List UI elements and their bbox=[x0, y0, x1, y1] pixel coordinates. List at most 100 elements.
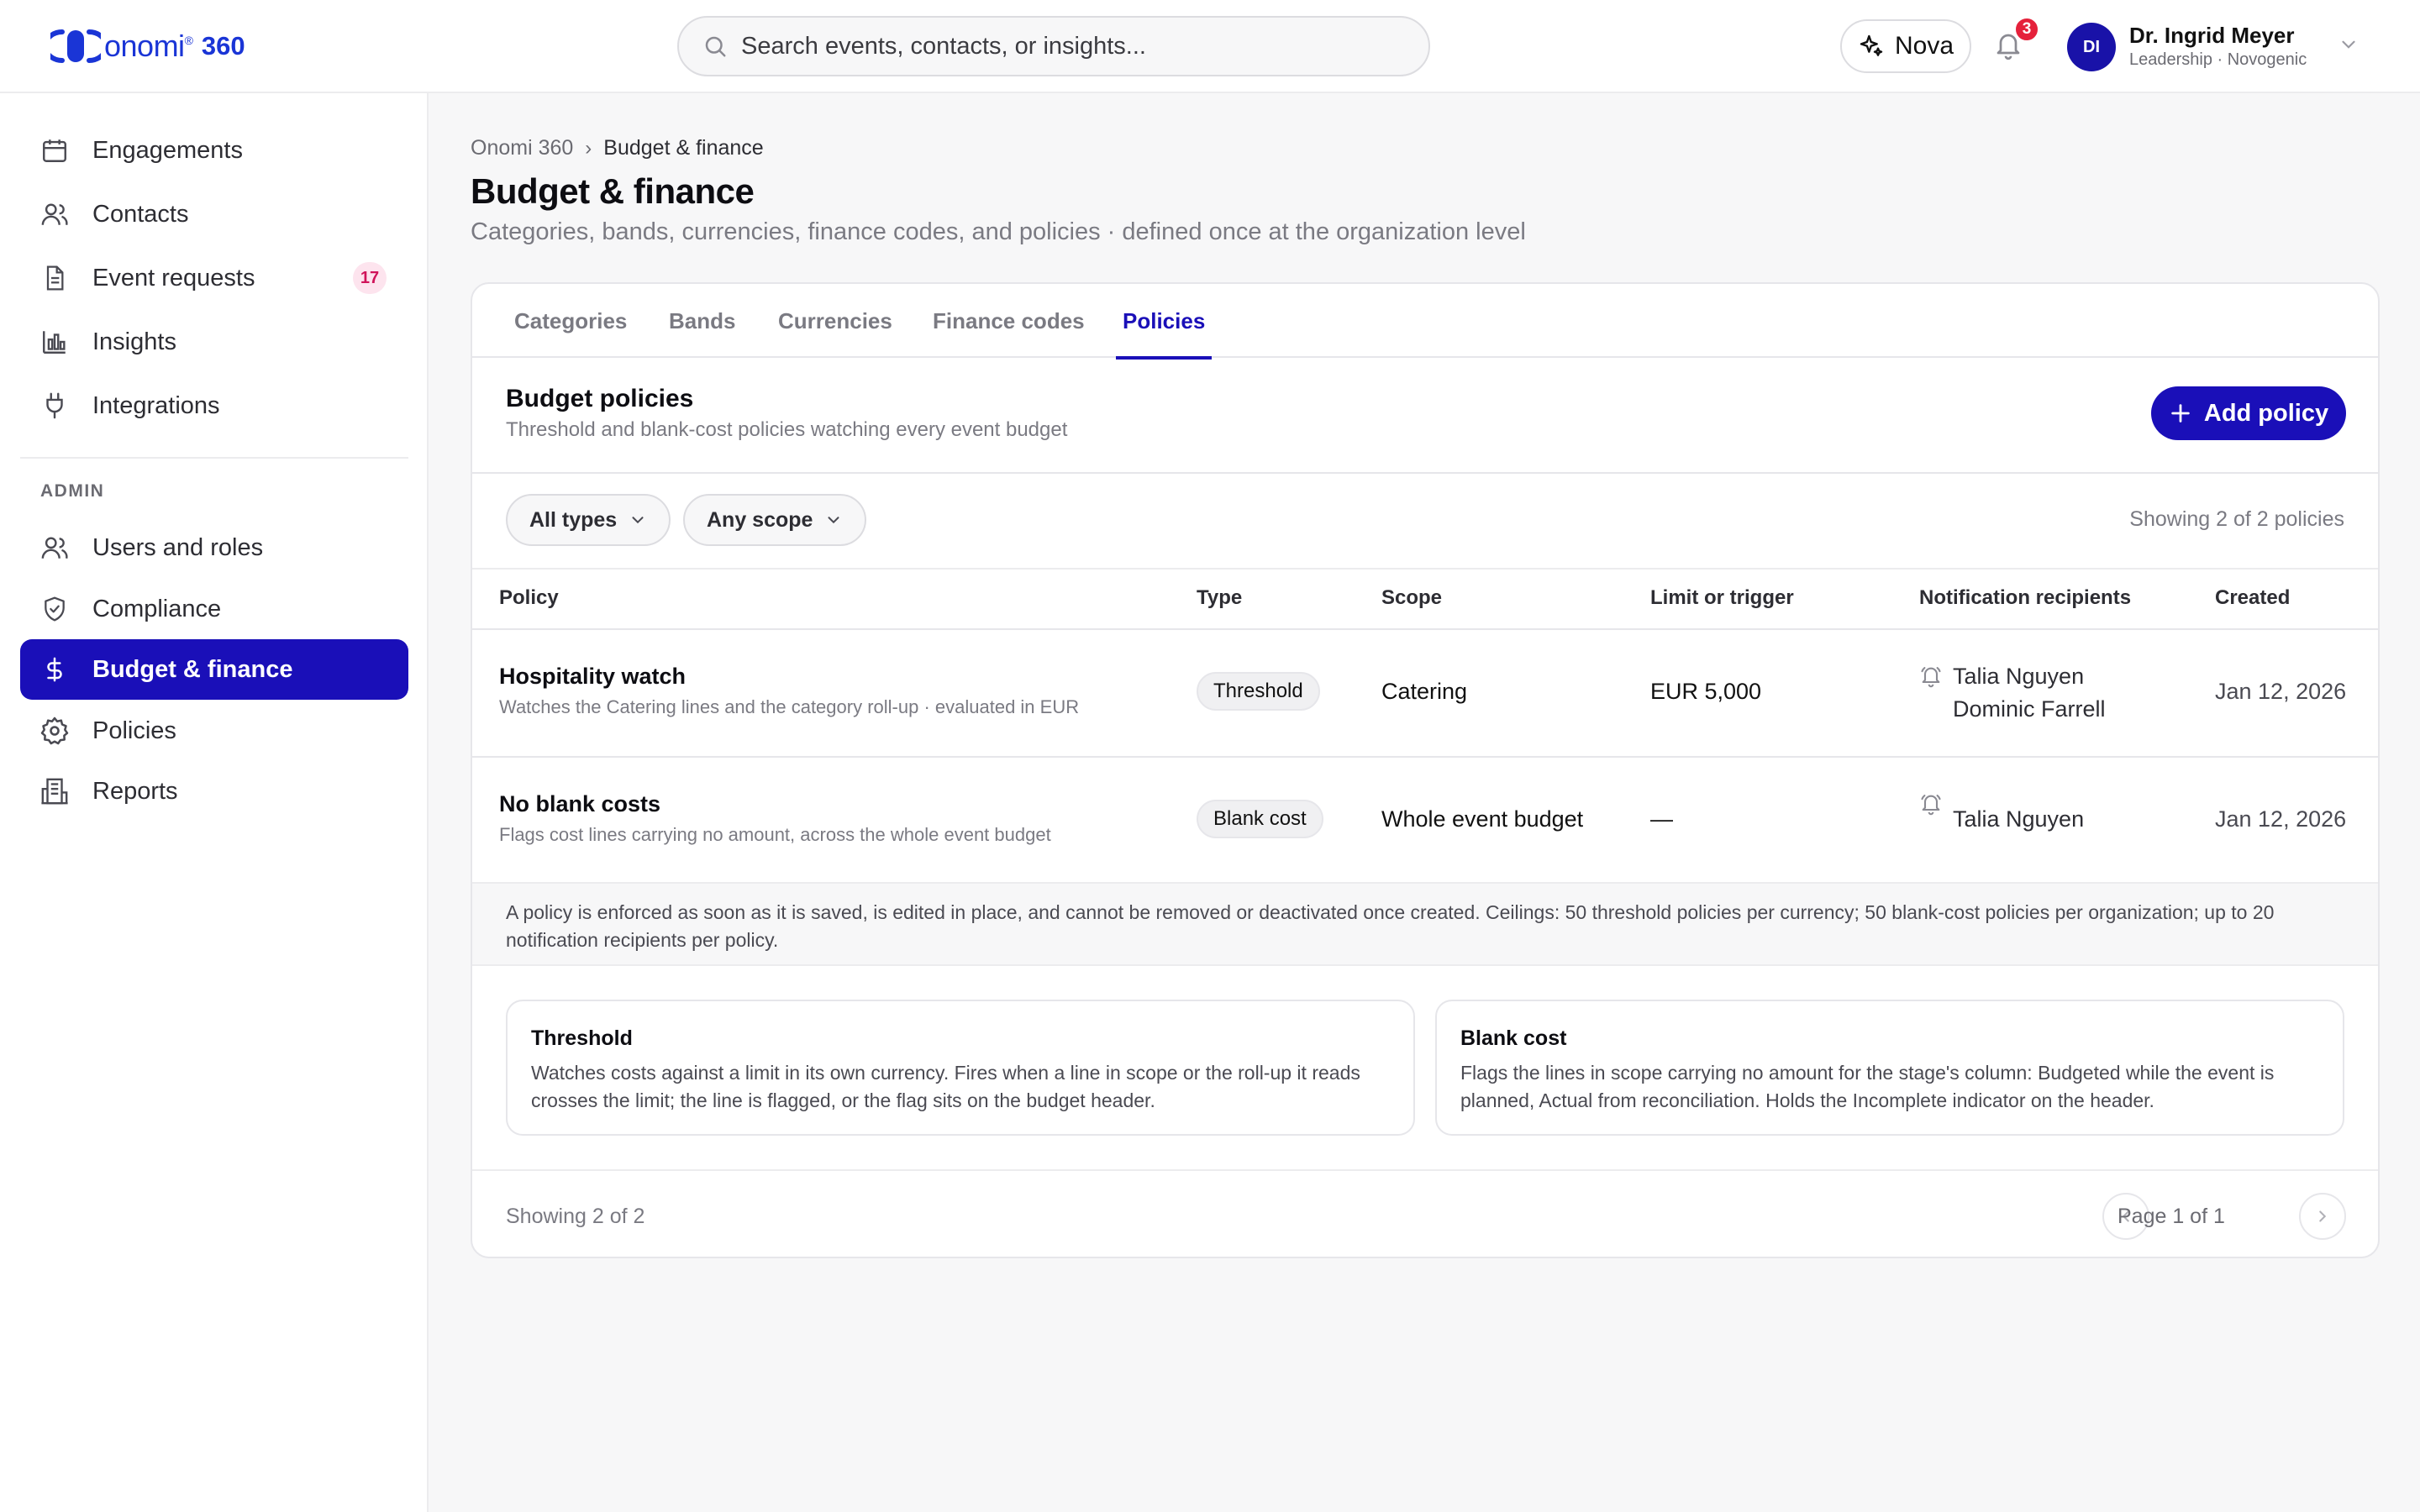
app-root: onomi ® 360 Nova 3 DI Dr. Ingrid Meyer L… bbox=[0, 0, 2420, 1512]
sidebar-item-label: Insights bbox=[92, 328, 176, 355]
search-input[interactable] bbox=[741, 32, 1397, 60]
user-menu-chevron[interactable] bbox=[2338, 34, 2360, 60]
sidebar-item-label: Policies bbox=[92, 717, 176, 744]
tab-finance-codes[interactable]: Finance codes bbox=[933, 284, 1085, 358]
column-header-created[interactable]: Created bbox=[2215, 586, 2290, 610]
user-subtitle: Leadership · Novogenic bbox=[2129, 50, 2307, 69]
explainer-text: Watches costs against a limit in its own… bbox=[531, 1062, 1360, 1111]
policies-card: Categories Bands Currencies Finance code… bbox=[471, 282, 2380, 1258]
brand-registered-mark: ® bbox=[184, 34, 193, 47]
tab-policies[interactable]: Policies bbox=[1115, 284, 1213, 360]
tab-currencies[interactable]: Currencies bbox=[778, 284, 892, 358]
policy-name[interactable]: Hospitality watch bbox=[499, 664, 686, 690]
search-icon bbox=[705, 36, 726, 57]
table-row[interactable]: No blank costs Flags cost lines carrying… bbox=[472, 758, 2378, 884]
table-row[interactable]: Hospitality watch Watches the Catering l… bbox=[472, 630, 2378, 756]
sidebar-item-label: Contacts bbox=[92, 200, 189, 228]
logo-mark-icon bbox=[50, 29, 101, 63]
tab-bar: Categories Bands Currencies Finance code… bbox=[472, 284, 2378, 360]
sidebar-item-label: Budget & finance bbox=[92, 655, 293, 683]
building-icon bbox=[39, 775, 71, 807]
sidebar-item-insights[interactable]: Insights bbox=[20, 312, 408, 372]
policy-created-date: Jan 12, 2026 bbox=[2215, 806, 2347, 832]
chevron-right-icon bbox=[2319, 1210, 2327, 1222]
policy-scope: Whole event budget bbox=[1381, 806, 1584, 832]
sidebar-item-integrations[interactable]: Integrations bbox=[20, 375, 408, 436]
global-search[interactable] bbox=[677, 16, 1430, 76]
nova-label: Nova bbox=[1894, 32, 1954, 60]
policy-description: Watches the Catering lines and the categ… bbox=[499, 696, 1080, 717]
document-icon bbox=[39, 262, 71, 294]
sidebar-item-label: Integrations bbox=[92, 391, 220, 419]
sidebar: Engagements Contacts Event requests 17 I… bbox=[0, 93, 429, 1512]
next-page-button[interactable] bbox=[2299, 1193, 2346, 1240]
bar-chart-icon bbox=[39, 326, 71, 358]
plus-icon bbox=[2171, 404, 2190, 423]
explainer-title: Blank cost bbox=[1460, 1026, 1567, 1050]
add-policy-label: Add policy bbox=[2203, 399, 2329, 427]
brand-logo[interactable]: onomi ® 360 bbox=[50, 27, 245, 66]
add-policy-button[interactable]: Add policy bbox=[2151, 386, 2346, 440]
sidebar-item-reports[interactable]: Reports bbox=[20, 761, 408, 822]
sidebar-item-event-requests[interactable]: Event requests 17 bbox=[20, 248, 408, 308]
column-header-recipients[interactable]: Notification recipients bbox=[1919, 586, 2131, 610]
shield-check-icon bbox=[39, 593, 71, 625]
scope-filter-value: Any scope bbox=[707, 507, 813, 532]
type-filter-dropdown[interactable]: All types bbox=[506, 494, 671, 546]
explainer-title: Threshold bbox=[531, 1026, 633, 1050]
top-bar: onomi ® 360 Nova 3 DI Dr. Ingrid Meyer L… bbox=[0, 0, 2420, 93]
recipient-name: Dominic Farrell bbox=[1953, 696, 2106, 722]
user-name[interactable]: Dr. Ingrid Meyer bbox=[2129, 23, 2295, 49]
sidebar-section-admin: ADMIN bbox=[40, 481, 105, 501]
breadcrumb-separator: › bbox=[585, 136, 592, 160]
sidebar-item-label: Engagements bbox=[92, 136, 243, 164]
policy-limit: — bbox=[1650, 806, 1673, 832]
nova-assistant-button[interactable]: Nova bbox=[1840, 19, 1971, 73]
bell-icon bbox=[1919, 664, 1943, 693]
column-header-policy[interactable]: Policy bbox=[499, 586, 559, 610]
sidebar-item-users-and-roles[interactable]: Users and roles bbox=[20, 517, 408, 578]
chevron-down-icon bbox=[2342, 40, 2355, 49]
recipient-name: Talia Nguyen bbox=[1953, 806, 2085, 832]
policy-name[interactable]: No blank costs bbox=[499, 791, 660, 817]
recipient-name: Talia Nguyen bbox=[1953, 664, 2085, 689]
column-header-scope[interactable]: Scope bbox=[1381, 586, 1442, 610]
avatar[interactable]: DI bbox=[2067, 23, 2116, 71]
scope-filter-dropdown[interactable]: Any scope bbox=[683, 494, 867, 546]
sidebar-item-label: Compliance bbox=[92, 595, 222, 622]
brand-product: 360 bbox=[201, 31, 245, 60]
plug-icon bbox=[39, 390, 71, 422]
breadcrumb-root[interactable]: Onomi 360 bbox=[471, 136, 573, 160]
gear-icon bbox=[39, 715, 71, 747]
type-filter-value: All types bbox=[529, 507, 618, 532]
column-header-limit[interactable]: Limit or trigger bbox=[1650, 586, 1794, 610]
table-footer: Showing 2 of 2 Page 1 of 1 bbox=[472, 1169, 2378, 1257]
brand-name: onomi bbox=[104, 29, 185, 63]
section-subtitle: Threshold and blank-cost policies watchi… bbox=[506, 418, 1068, 441]
tab-categories[interactable]: Categories bbox=[514, 284, 627, 358]
policy-type-badge: Blank cost bbox=[1197, 800, 1323, 838]
divider bbox=[472, 472, 2378, 474]
sparkle-icon bbox=[1860, 34, 1883, 56]
column-header-type[interactable]: Type bbox=[1197, 586, 1242, 610]
sidebar-item-compliance[interactable]: Compliance bbox=[20, 579, 408, 639]
tab-bands[interactable]: Bands bbox=[669, 284, 735, 358]
sidebar-item-budget-and-finance[interactable]: Budget & finance bbox=[20, 639, 408, 700]
sidebar-item-contacts[interactable]: Contacts bbox=[20, 184, 408, 244]
policy-description: Flags cost lines carrying no amount, acr… bbox=[499, 824, 1051, 845]
event-requests-count-badge: 17 bbox=[353, 262, 387, 294]
footer-results-count: Showing 2 of 2 bbox=[506, 1205, 645, 1228]
page-subtitle: Categories, bands, currencies, finance c… bbox=[471, 218, 1526, 245]
bell-icon bbox=[1919, 791, 1943, 821]
policy-scope: Catering bbox=[1381, 679, 1468, 704]
sidebar-item-engagements[interactable]: Engagements bbox=[20, 120, 408, 181]
breadcrumb: Onomi 360 › Budget & finance bbox=[471, 136, 764, 160]
sidebar-item-policies[interactable]: Policies bbox=[20, 701, 408, 761]
results-count: Showing 2 of 2 policies bbox=[2129, 507, 2344, 531]
page-indicator: Page 1 of 1 bbox=[2118, 1205, 2225, 1228]
policy-type-badge: Threshold bbox=[1197, 672, 1320, 711]
page-title: Budget & finance bbox=[471, 171, 755, 211]
blank-cost-explainer-card: Blank cost Flags the lines in scope carr… bbox=[1435, 1000, 2344, 1136]
sidebar-divider bbox=[20, 457, 408, 459]
users-icon bbox=[39, 532, 71, 564]
